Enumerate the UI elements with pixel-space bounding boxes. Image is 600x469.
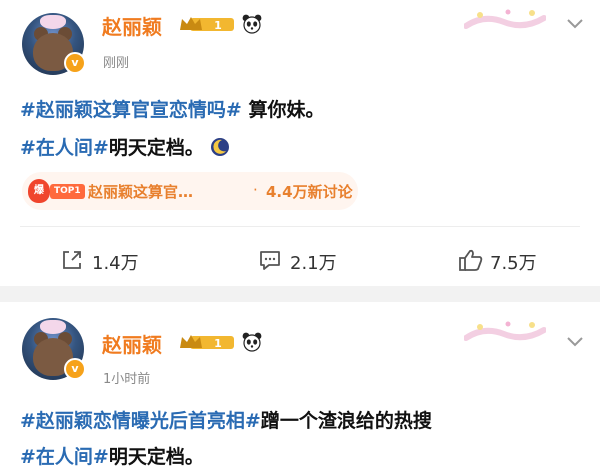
v-badge-icon: v <box>64 358 86 380</box>
hashtag-link[interactable]: #赵丽颖恋情曝光后首亮相# <box>20 410 261 432</box>
post-text-line-1: #赵丽颖恋情曝光后首亮相#蹭一个渣浪给的热搜 <box>20 406 432 433</box>
crown-vip-icon: 1 <box>180 17 234 32</box>
post-text-line-1: #赵丽颖这算官宣恋情吗# 算你妹。 <box>20 95 324 122</box>
chevron-down-icon[interactable] <box>566 18 584 30</box>
post-text: 明天定档。 <box>108 137 204 159</box>
post-text: 明天定档。 <box>108 446 204 468</box>
card-decoration-icon <box>464 9 546 29</box>
weibo-post-1: v 赵丽颖 1 刚刚 #赵丽颖这算官宣恋情吗# 算你妹。 #在人间#明天定档。 … <box>0 0 600 286</box>
crown-vip-icon: 1 <box>180 335 234 350</box>
trend-title: 赵丽颖这算官… <box>88 183 194 201</box>
author-name[interactable]: 赵丽颖 <box>102 329 162 358</box>
author-name[interactable]: 赵丽颖 <box>102 11 162 40</box>
weibo-post-2: v 赵丽颖 1 1小时前 #赵丽颖恋情曝光后首亮相#蹭一个渣浪给的热搜 #在人间… <box>0 302 600 468</box>
comment-count: 2.1万 <box>290 253 337 274</box>
post-time: 刚刚 <box>103 56 130 71</box>
v-badge-icon: v <box>64 52 86 74</box>
trend-separator: · <box>253 181 258 199</box>
comment-button[interactable]: 2.1万 <box>258 248 358 274</box>
hashtag-link[interactable]: #在人间# <box>20 137 109 159</box>
post-text: 蹭一个渣浪给的热搜 <box>260 410 432 432</box>
share-button[interactable]: 1.4万 <box>60 248 160 274</box>
fire-badge-icon: 爆 <box>28 179 50 203</box>
post-time: 1小时前 <box>103 372 151 387</box>
panda-icon <box>242 332 262 352</box>
post-divider <box>0 286 600 302</box>
post-text: 算你妹。 <box>241 99 325 121</box>
panda-icon <box>242 14 262 34</box>
svg-text:1: 1 <box>214 19 222 32</box>
like-count: 7.5万 <box>490 253 537 274</box>
hashtag-link[interactable]: #赵丽颖这算官宣恋情吗# <box>20 99 242 121</box>
trend-count: 4.4万新讨论 <box>266 183 353 201</box>
divider-line <box>20 226 580 227</box>
comment-icon <box>260 251 280 270</box>
post-text-line-2: #在人间#明天定档。 <box>20 442 204 469</box>
chevron-down-icon[interactable] <box>566 336 584 348</box>
hashtag-link[interactable]: #在人间# <box>20 446 109 468</box>
moon-emoji-icon <box>211 138 230 156</box>
like-button[interactable]: 7.5万 <box>458 248 568 274</box>
share-icon <box>63 251 81 269</box>
trending-topic-bar[interactable]: 爆 TOP1 赵丽颖这算官… · 4.4万新讨论 <box>22 172 358 210</box>
rank-badge: TOP1 <box>50 184 85 199</box>
post-text-line-2: #在人间#明天定档。 <box>20 133 230 160</box>
share-count: 1.4万 <box>92 253 139 274</box>
svg-text:1: 1 <box>214 337 222 350</box>
thumbs-up-icon <box>459 249 483 271</box>
card-decoration-icon <box>464 321 546 341</box>
